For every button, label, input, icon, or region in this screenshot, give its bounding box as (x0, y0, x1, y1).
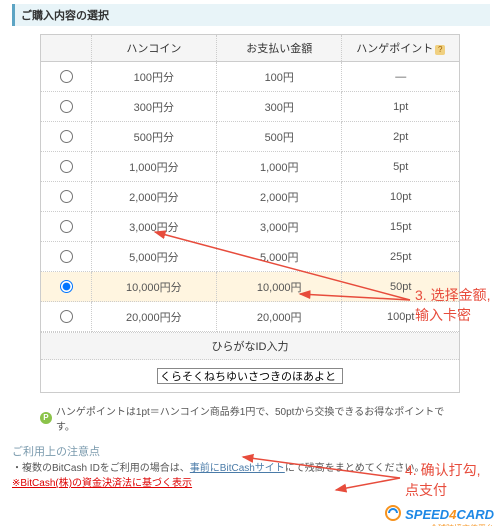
purchase-table: ハンコイン お支払い金額 ハンゲポイント? 100円分100円—300円分300… (40, 34, 460, 332)
point-note: P ハンゲポイントは1pt＝ハンコイン商品券1円で、50ptから交換できるお得な… (40, 403, 460, 433)
coin-cell: 3,000円分 (91, 212, 216, 242)
pay-cell: 100円 (217, 62, 342, 92)
section-title: ご購入内容の選択 (12, 4, 490, 26)
table-row[interactable]: 300円分300円1pt (41, 92, 459, 122)
amount-radio[interactable] (60, 130, 73, 143)
usage-notes: ・複数のBitCash IDをご利用の場合は、事前にBitCashサイトにて残高… (12, 461, 488, 491)
col-pay: お支払い金額 (217, 35, 342, 62)
pt-cell: 50pt (342, 272, 459, 302)
amount-radio[interactable] (60, 250, 73, 263)
coin-cell: 10,000円分 (91, 272, 216, 302)
pt-cell: 25pt (342, 242, 459, 272)
hiragana-id-input[interactable] (157, 368, 343, 384)
bitcash-link[interactable]: 事前にBitCashサイト (190, 463, 285, 474)
amount-radio[interactable] (60, 220, 73, 233)
help-icon[interactable]: ? (435, 45, 445, 55)
coin-cell: 100円分 (91, 62, 216, 92)
coin-cell: 2,000円分 (91, 182, 216, 212)
table-row[interactable]: 500円分500円2pt (41, 122, 459, 152)
funds-law-link[interactable]: ※BitCash(株)の資金決済法に基づく表示 (12, 478, 192, 489)
coin-cell: 5,000円分 (91, 242, 216, 272)
coin-cell: 500円分 (91, 122, 216, 152)
amount-radio[interactable] (60, 100, 73, 113)
pt-cell: 15pt (342, 212, 459, 242)
table-row[interactable]: 5,000円分5,000円25pt (41, 242, 459, 272)
pt-cell: — (342, 62, 459, 92)
amount-radio[interactable] (60, 70, 73, 83)
hiragana-id-header: ひらがなID入力 (41, 333, 459, 360)
pay-cell: 300円 (217, 92, 342, 122)
col-coin: ハンコイン (91, 35, 216, 62)
amount-radio[interactable] (60, 160, 73, 173)
speed4card-logo: SPEED4CARD (384, 504, 495, 522)
pay-cell: 5,000円 (217, 242, 342, 272)
pay-cell: 1,000円 (217, 152, 342, 182)
table-row[interactable]: 2,000円分2,000円10pt (41, 182, 459, 212)
coin-cell: 300円分 (91, 92, 216, 122)
pt-cell: 100pt (342, 302, 459, 332)
coin-cell: 20,000円分 (91, 302, 216, 332)
amount-radio[interactable] (60, 310, 73, 323)
pt-cell: 10pt (342, 182, 459, 212)
pay-cell: 2,000円 (217, 182, 342, 212)
usage-title: ご利用上の注意点 (12, 443, 488, 459)
pay-cell: 3,000円 (217, 212, 342, 242)
amount-radio[interactable] (60, 280, 73, 293)
pay-cell: 10,000円 (217, 272, 342, 302)
table-row[interactable]: 20,000円分20,000円100pt (41, 302, 459, 332)
table-row[interactable]: 1,000円分1,000円5pt (41, 152, 459, 182)
col-radio (41, 35, 91, 62)
coin-cell: 1,000円分 (91, 152, 216, 182)
pt-cell: 1pt (342, 92, 459, 122)
table-row[interactable]: 10,000円分10,000円50pt (41, 272, 459, 302)
amount-radio[interactable] (60, 190, 73, 203)
coin-icon: P (40, 412, 52, 424)
pay-cell: 500円 (217, 122, 342, 152)
hiragana-id-section: ひらがなID入力 (40, 332, 460, 393)
table-row[interactable]: 3,000円分3,000円15pt (41, 212, 459, 242)
col-pt: ハンゲポイント? (342, 35, 459, 62)
table-row[interactable]: 100円分100円— (41, 62, 459, 92)
pt-cell: 2pt (342, 122, 459, 152)
pay-cell: 20,000円 (217, 302, 342, 332)
pt-cell: 5pt (342, 152, 459, 182)
